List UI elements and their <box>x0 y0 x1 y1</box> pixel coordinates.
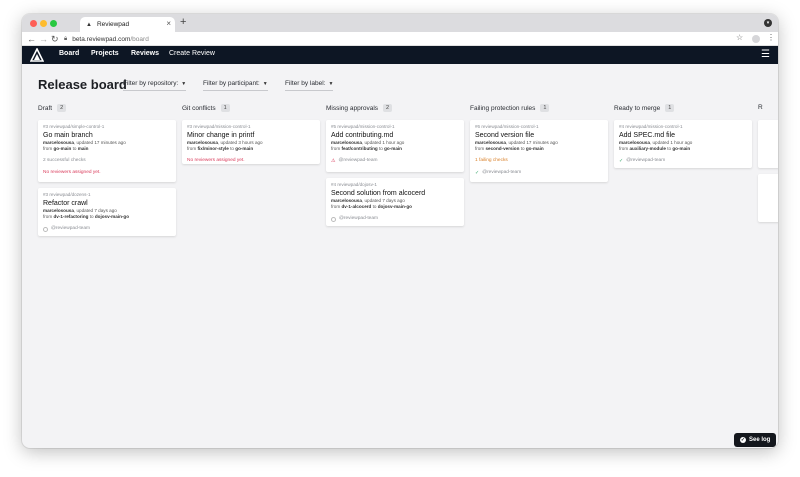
review-card[interactable]: #4 reviewpad/mission-control-1 Add SPEC.m… <box>614 120 752 168</box>
check-icon: ✓ <box>619 158 624 164</box>
reviewpad-logo-icon[interactable] <box>30 48 44 62</box>
column-count-badge: 2 <box>383 104 393 112</box>
card-repo[interactable]: #5 reviewpad/mission-control-1 <box>331 124 459 130</box>
app-navbar: Board Projects Reviews Create Review ☰ <box>22 46 778 64</box>
card-repo[interactable]: #4 reviewpad/mission-control-1 <box>619 124 747 130</box>
review-card[interactable]: #4 reviewpad/dojosv-1 Second solution fro… <box>326 178 464 226</box>
card-checks: 2 successful checks <box>43 158 86 163</box>
filter-participant[interactable]: Filter by participant: ▼ <box>203 80 268 91</box>
column-header: Missing approvals 2 <box>326 104 393 112</box>
card-repo[interactable]: #3 reviewpad/mission-control-1 <box>187 124 315 130</box>
review-card[interactable]: #3 reviewpad/mission-control-1 Minor chan… <box>182 120 320 164</box>
card-title[interactable]: Go main branch <box>43 131 171 140</box>
chevron-down-icon: ▼ <box>328 81 334 87</box>
column-count-badge: 1 <box>665 104 675 112</box>
page-title: Release board <box>38 77 127 92</box>
filter-label[interactable]: Filter by label: ▼ <box>285 80 334 91</box>
chevron-down-icon: ▼ <box>181 81 187 87</box>
card-status: No reviewers assigned yet. <box>187 158 245 163</box>
card-title[interactable]: Refactor crawl <box>43 199 171 208</box>
chevron-down-icon: ▼ <box>262 81 268 87</box>
reload-icon[interactable]: ↻ <box>51 33 59 45</box>
review-card[interactable] <box>758 120 778 168</box>
card-status: No reviewers assigned yet. <box>43 170 101 175</box>
column-title: Git conflicts <box>182 104 216 112</box>
column-title: Missing approvals <box>326 104 379 112</box>
column-header: Draft 2 <box>38 104 67 112</box>
tab-search-icon[interactable]: ▾ <box>764 19 772 27</box>
card-title[interactable]: Add contributing.md <box>331 131 459 140</box>
card-checks: 1 failing checks <box>475 158 508 163</box>
browser-menu-icon[interactable]: ⋮ <box>767 33 775 42</box>
nav-board[interactable]: Board <box>59 50 79 57</box>
column-title: Ready to merge <box>614 104 661 112</box>
filter-repository[interactable]: Filter by repository: ▼ <box>123 80 187 91</box>
minimize-window-dot[interactable] <box>40 20 47 27</box>
column-header: R <box>758 104 763 111</box>
lock-icon: 🔒︎ <box>64 35 68 42</box>
card-title[interactable]: Second version file <box>475 131 603 140</box>
url-host: beta.reviewpad.com <box>72 35 131 43</box>
url-field[interactable]: 🔒︎ beta.reviewpad.com/board <box>64 34 744 44</box>
column-header: Failing protection rules 1 <box>470 104 550 112</box>
review-card[interactable]: #3 reviewpad/dozens-1 Refactor crawl marce… <box>38 188 176 236</box>
column-title: Failing protection rules <box>470 104 536 112</box>
review-card[interactable]: #6 reviewpad/mission-control-1 Second ver… <box>470 120 608 182</box>
card-status: @reviewpad-team <box>43 226 171 232</box>
card-title[interactable]: Minor change in printf <box>187 131 315 140</box>
card-repo[interactable]: #4 reviewpad/dojosv-1 <box>331 182 459 188</box>
column-title: Draft <box>38 104 53 112</box>
nav-projects[interactable]: Projects <box>91 50 119 57</box>
column-count-badge: 1 <box>220 104 230 112</box>
url-path: /board <box>130 35 149 43</box>
back-arrow-icon[interactable]: ← <box>27 33 36 45</box>
card-repo[interactable]: #3 reviewpad/dozens-1 <box>43 192 171 198</box>
review-card[interactable]: #3 reviewpad/simple-control-1 Go main bra… <box>38 120 176 182</box>
column-header: Git conflicts 1 <box>182 104 230 112</box>
column-count-badge: 1 <box>540 104 550 112</box>
card-branch-line: from fix/minor-style to go-main <box>187 146 254 151</box>
column-count-badge: 2 <box>57 104 67 112</box>
card-branch-line: from go-main to main <box>43 146 89 151</box>
review-card[interactable]: #5 reviewpad/mission-control-1 Add contri… <box>326 120 464 172</box>
browser-window: ▲ Reviewpad × + ▾ ← → ↻ 🔒︎ beta.reviewpa… <box>22 14 778 448</box>
new-tab-icon[interactable]: + <box>180 16 186 28</box>
hamburger-menu-icon[interactable]: ☰ <box>761 49 770 60</box>
card-branch-line: from dv-1-refactoring to dojosv-main-go <box>43 214 130 219</box>
pending-circle-icon <box>331 216 336 222</box>
address-bar: ← → ↻ 🔒︎ beta.reviewpad.com/board ☆ ⋮ <box>22 32 778 46</box>
card-status: ⚠ @reviewpad-team <box>331 158 378 164</box>
card-title[interactable]: Second solution from alcocerd <box>331 189 459 198</box>
see-log-button[interactable]: ✓ See log <box>734 433 777 447</box>
card-branch-line: from feat/contributing to go-main <box>331 146 402 151</box>
check-icon: ✓ <box>475 170 480 176</box>
card-branch-line: from dv-1-alcocerd to dojosv-main-go <box>331 204 412 209</box>
reviewpad-favicon-icon: ▲ <box>86 21 92 28</box>
card-repo[interactable]: #6 reviewpad/mission-control-1 <box>475 124 603 130</box>
nav-create-review[interactable]: Create Review <box>169 50 215 57</box>
card-repo[interactable]: #3 reviewpad/simple-control-1 <box>43 124 171 130</box>
column-header: Ready to merge 1 <box>614 104 675 112</box>
tab-title: Reviewpad <box>96 21 130 28</box>
browser-tab[interactable]: ▲ Reviewpad × <box>80 17 175 32</box>
bookmark-star-icon[interactable]: ☆ <box>736 33 743 42</box>
maximize-window-dot[interactable] <box>50 20 57 27</box>
card-branch-line: from auxiliary-module to go-main <box>619 146 691 151</box>
column-title: R <box>758 104 763 111</box>
warning-icon: ⚠ <box>331 158 336 164</box>
nav-reviews[interactable]: Reviews <box>131 50 159 57</box>
card-status: ✓ @reviewpad-team <box>619 158 666 164</box>
check-circle-icon: ✓ <box>740 437 746 443</box>
review-card[interactable] <box>758 174 778 222</box>
card-status: ✓ @reviewpad-team <box>475 170 522 176</box>
forward-arrow-icon[interactable]: → <box>39 33 48 45</box>
close-tab-icon[interactable]: × <box>166 19 171 28</box>
profile-avatar[interactable] <box>752 35 760 43</box>
card-title[interactable]: Add SPEC.md file <box>619 131 747 140</box>
card-status: @reviewpad-team <box>331 216 459 222</box>
tab-strip: ▲ Reviewpad × + ▾ <box>22 14 778 32</box>
card-branch-line: from second-version to go-main <box>475 146 544 151</box>
pending-circle-icon <box>43 226 48 232</box>
close-window-dot[interactable] <box>30 20 37 27</box>
